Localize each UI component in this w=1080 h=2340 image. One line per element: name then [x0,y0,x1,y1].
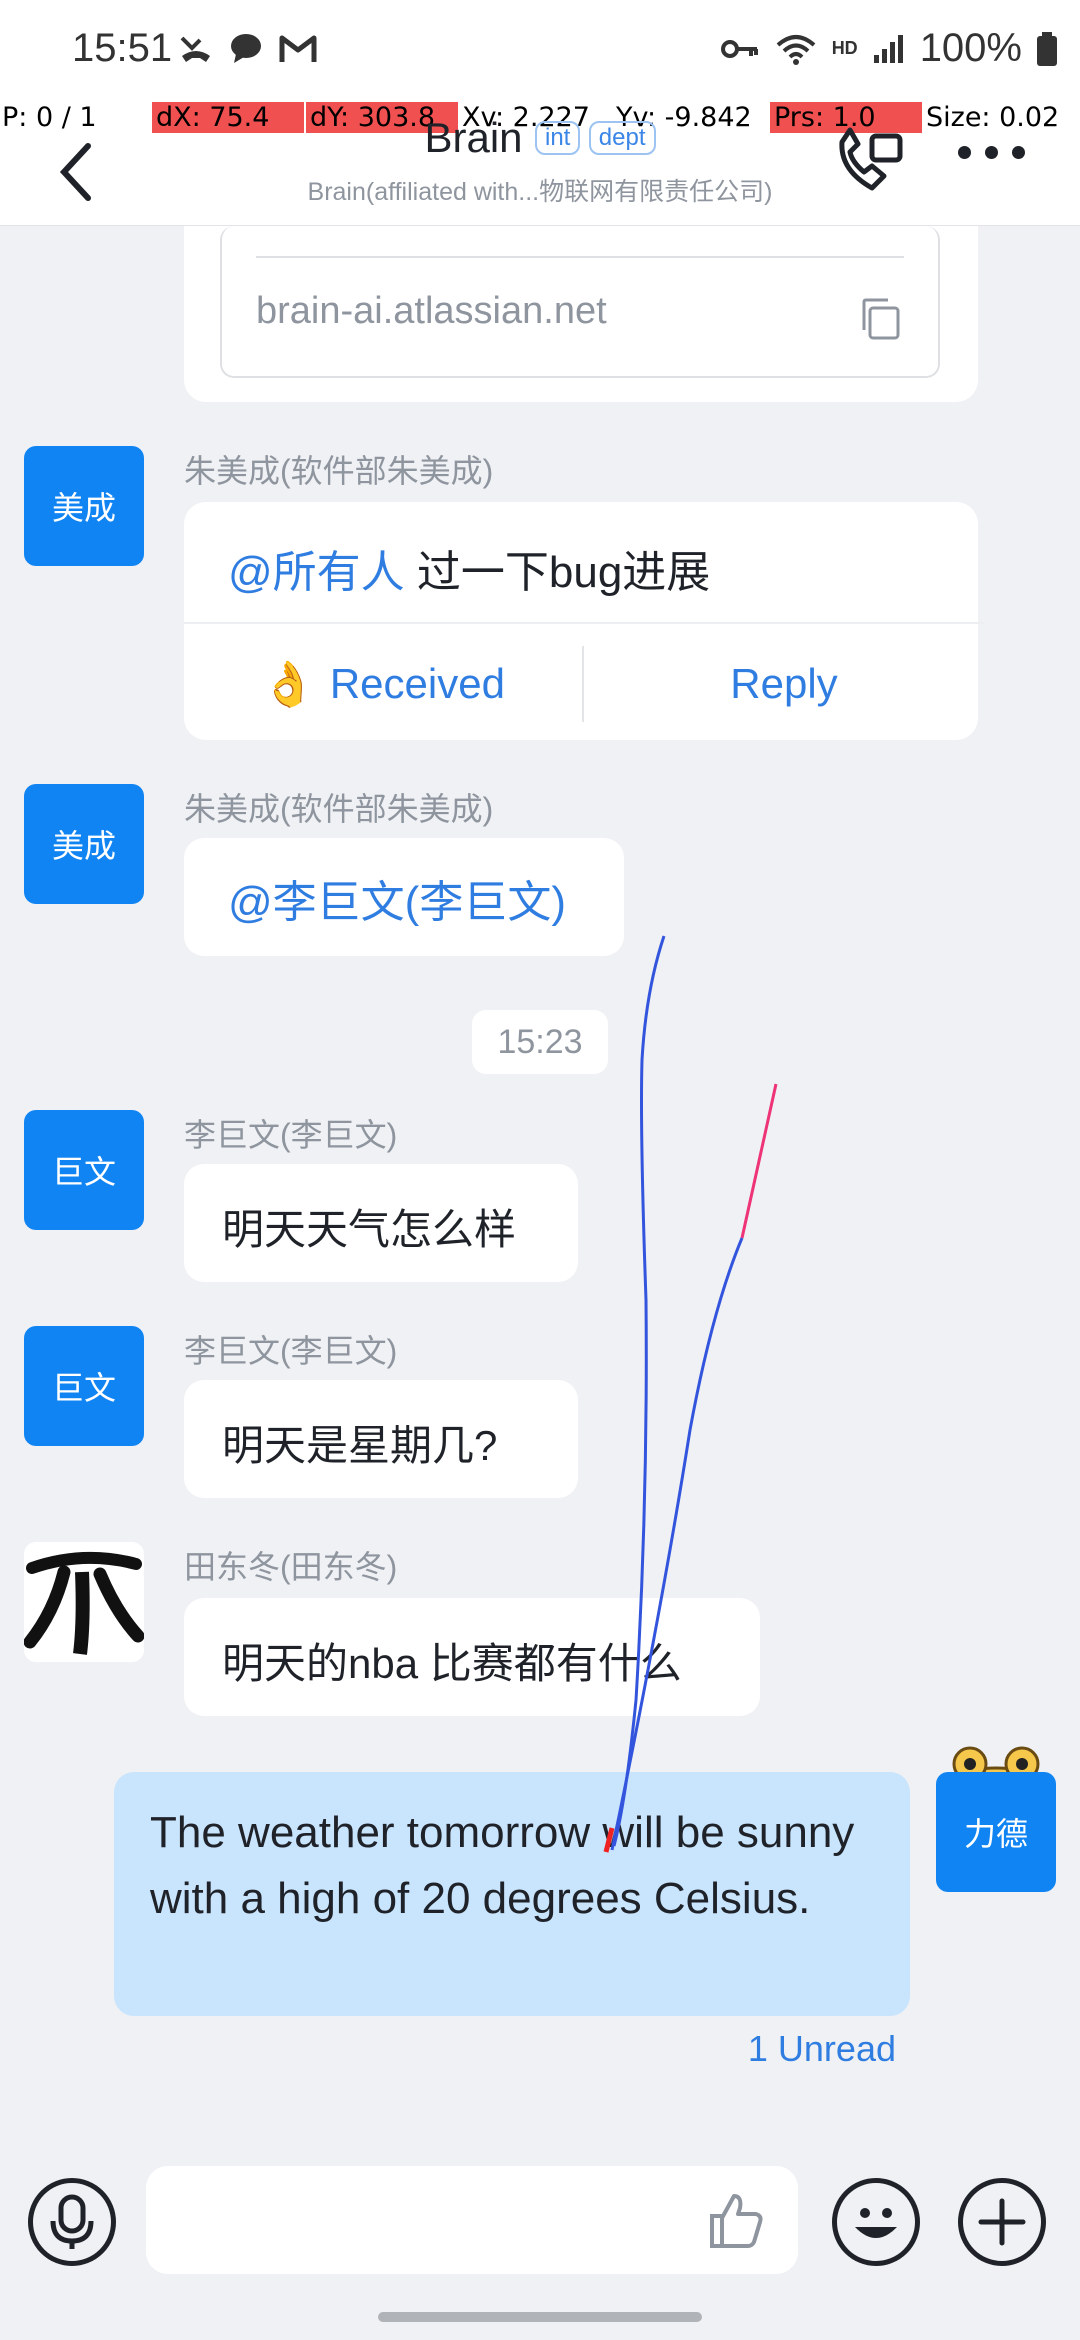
chat-header: Brain int dept Brain(affiliated with...物… [0,114,1080,226]
home-indicator[interactable] [378,2312,702,2322]
my-avatar: 力德 [936,1772,1056,1892]
phone-call-icon[interactable] [828,122,908,202]
message-body: 过一下bug进展 [404,548,711,597]
message-bubble[interactable]: 明天天气怎么样 [184,1164,578,1282]
status-bar: 15:51 HD 100% [0,0,1080,100]
input-bar [0,2136,1080,2340]
battery-icon [1037,31,1057,66]
internal-tag: int [534,121,581,155]
received-button[interactable]: 👌 Received [184,624,582,744]
dept-tag: dept [588,121,656,155]
avatar[interactable] [24,1542,144,1662]
message-card[interactable]: @所有人 过一下bug进展 👌 Received Reply [184,502,984,740]
message-text: @所有人 过一下bug进展 [228,536,710,600]
message-bubble[interactable]: @李巨文(李巨文) [184,838,624,956]
chat-title: Brain [424,114,523,161]
sender-name: 田东冬(田东冬) [184,1549,398,1585]
avatar[interactable]: 巨文 [24,1326,144,1446]
ok-hand-icon: 👌 [261,660,316,709]
message-bubble[interactable]: 明天是星期几? [184,1380,578,1498]
emoji-button[interactable] [832,2178,920,2266]
chat-title-row[interactable]: Brain int dept [0,114,1080,162]
hd-badge: HD [831,38,858,58]
signal-icon [873,34,903,63]
missed-call-icon [180,36,210,62]
smiley-icon [855,2208,897,2238]
thumbs-up-icon[interactable] [704,2188,768,2252]
received-label: Received [329,660,505,707]
message-input[interactable] [146,2166,798,2274]
add-button[interactable] [958,2178,1046,2266]
battery-percent: 100% [919,26,1022,70]
avatar[interactable]: 美成 [24,446,144,566]
mention-all[interactable]: @所有人 [228,548,405,597]
microphone-icon [50,2194,94,2249]
link-box: brain-ai.atlassian.net [220,226,940,378]
voice-button[interactable] [28,2178,116,2266]
vpn-key-icon [720,39,758,58]
message-actions: 👌 Received Reply [184,622,984,742]
chat-subtitle: Brain(affiliated with...物联网有限责任公司) [307,178,773,206]
chat-bubble-icon [231,34,261,63]
reply-button[interactable]: Reply [584,624,984,744]
sender-name: 李巨文(李巨文) [184,1333,398,1369]
sender-name: 李巨文(李巨文) [184,1117,398,1153]
sender-name: 朱美成(软件部朱美成) [184,453,494,489]
time-divider: 15:23 [472,1010,608,1074]
avatar[interactable]: 巨文 [24,1110,144,1230]
system-icons: HD 100% [720,26,1058,71]
avatar[interactable]: 美成 [24,784,144,904]
wifi-icon [776,34,816,65]
notification-icons [178,30,318,66]
sender-name: 朱美成(软件部朱美成) [184,791,494,827]
mention-user[interactable]: @李巨文(李巨文) [228,878,566,927]
unread-count[interactable]: 1 Unread [748,2028,896,2070]
more-options-icon[interactable] [958,146,1025,159]
link-divider [256,256,904,258]
copy-icon[interactable] [858,296,902,342]
calligraphy-avatar-icon [24,1551,144,1655]
gmail-icon [279,35,317,62]
my-avatar-wrap[interactable]: 力德 [936,1742,1056,1892]
link-url[interactable]: brain-ai.atlassian.net [256,290,607,333]
status-time: 15:51 [72,26,173,70]
plus-icon [978,2198,1026,2246]
message-bubble[interactable]: 明天的nba 比赛都有什么 [184,1598,760,1716]
my-message-bubble[interactable]: The weather tomorrow will be sunny with … [114,1772,910,2016]
